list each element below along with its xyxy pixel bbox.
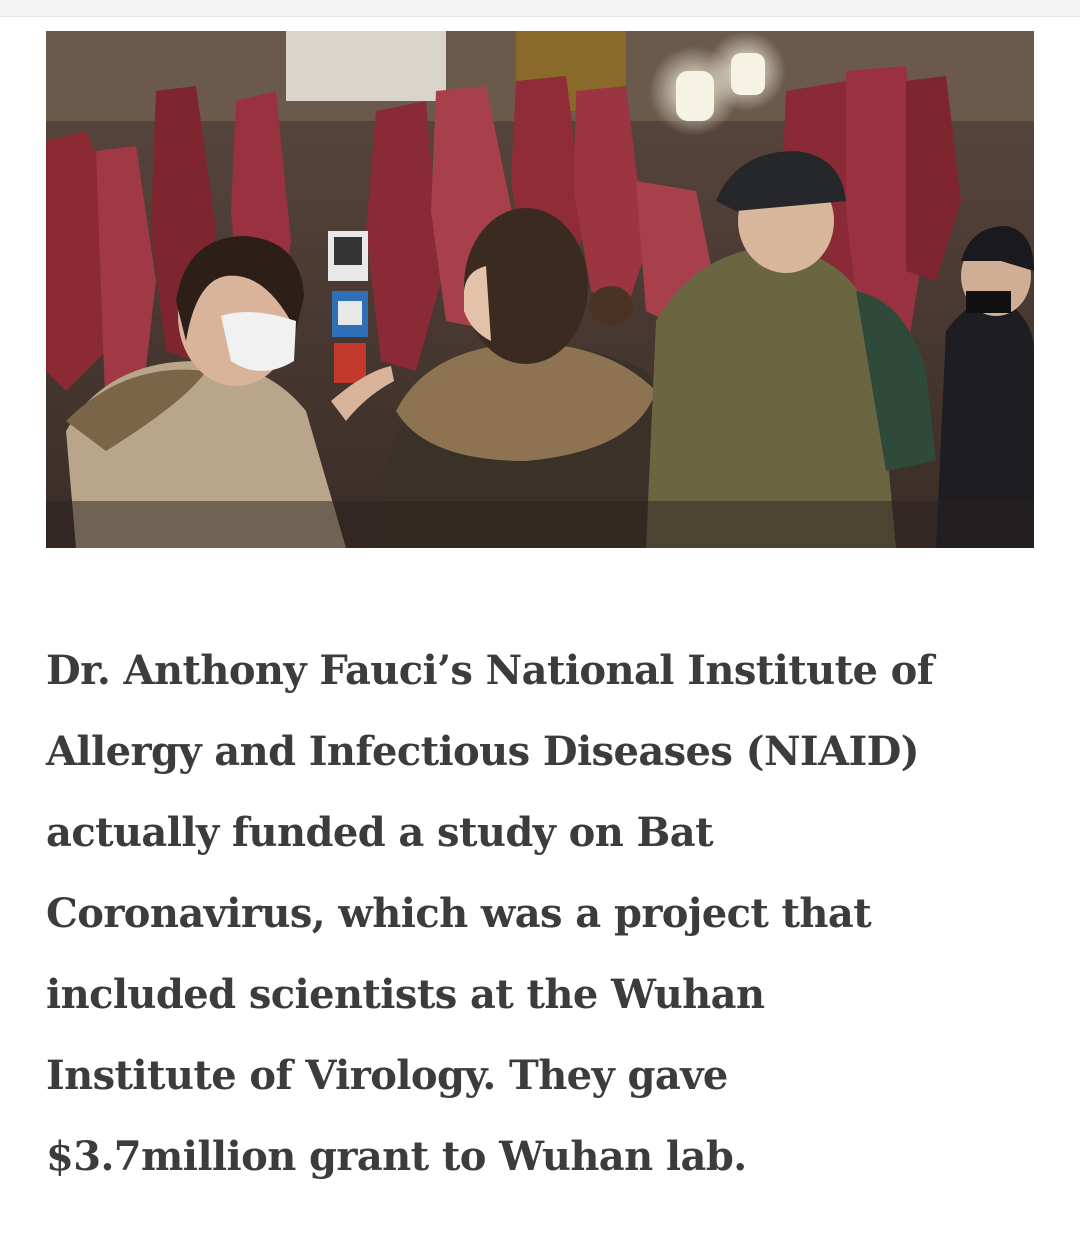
article-line-7: $3.7million grant to Wuhan lab. bbox=[46, 1133, 747, 1180]
article-line-6: Institute of Virology. They gave bbox=[46, 1052, 728, 1099]
top-bar bbox=[0, 0, 1080, 17]
article-line-5: included scientists at the Wuhan bbox=[46, 971, 765, 1018]
article-body: Dr. Anthony Fauci’s National Institute o… bbox=[46, 630, 1036, 1197]
article-line-4: Coronavirus, which was a project that bbox=[46, 890, 872, 937]
article-line-2: Allergy and Infectious Diseases (NIAID) bbox=[46, 728, 920, 775]
article-photo bbox=[46, 31, 1034, 548]
article-line-3: actually funded a study on Bat bbox=[46, 809, 714, 856]
article-line-1: Dr. Anthony Fauci’s National Institute o… bbox=[46, 647, 934, 694]
